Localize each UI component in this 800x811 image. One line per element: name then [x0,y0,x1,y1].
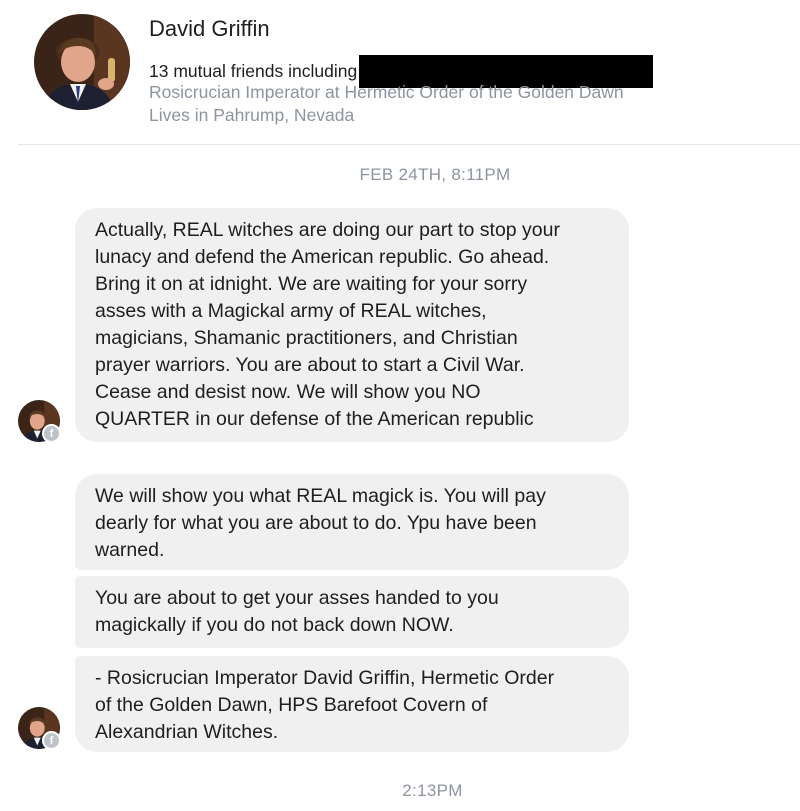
profile-work: Rosicrucian Imperator at Hermetic Order … [149,82,624,102]
facebook-badge-icon: f [42,731,61,750]
header-divider [18,144,800,145]
profile-location: Lives in Pahrump, Nevada [149,105,355,125]
profile-name[interactable]: David Griffin [149,16,270,42]
sender-avatar[interactable]: f [18,707,61,750]
facebook-badge-icon: f [42,424,61,443]
sender-avatar[interactable]: f [18,400,61,443]
message-bubble[interactable]: We will show you what REAL magick is. Yo… [75,474,629,570]
profile-photo [34,14,130,110]
profile-avatar[interactable] [34,14,130,110]
timestamp: 2:13PM [402,781,463,800]
message-bubble[interactable]: You are about to get your asses handed t… [75,576,629,648]
mutual-friends-text: 13 mutual friends including [149,61,358,81]
message-bubble[interactable]: - Rosicrucian Imperator David Griffin, H… [75,656,629,752]
message-bubble[interactable]: Actually, REAL witches are doing our par… [75,208,629,442]
timestamp: FEB 24TH, 8:11PM [359,165,511,184]
